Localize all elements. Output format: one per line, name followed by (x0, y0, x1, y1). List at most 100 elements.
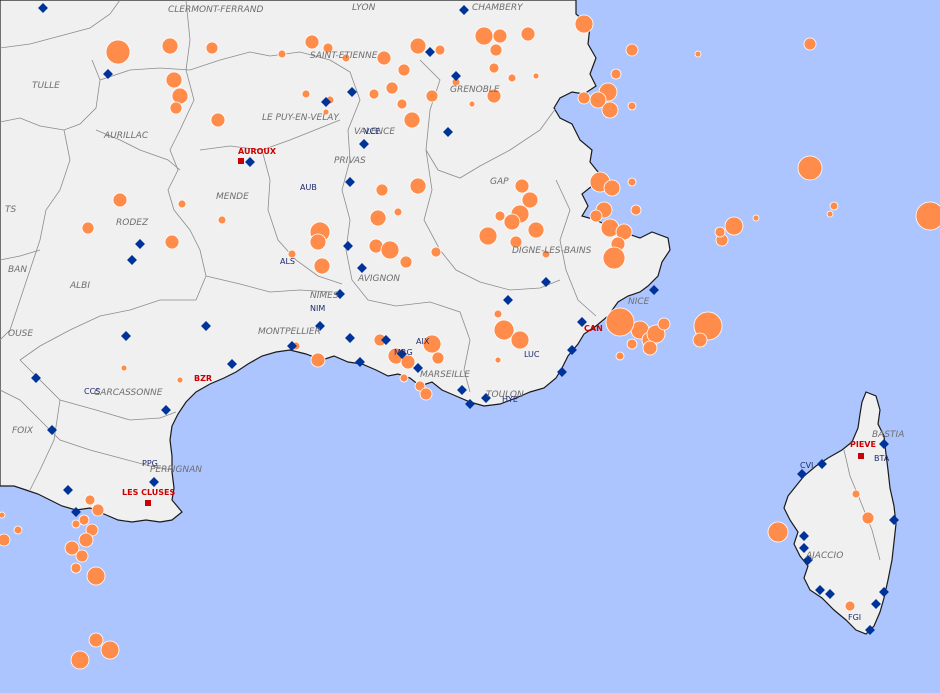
quake-marker (277, 49, 287, 59)
quake-marker (692, 332, 708, 348)
quake-marker (100, 640, 120, 660)
seismicity-map[interactable]: CLERMONT-FERRAND LYON CHAMBERY SAINT-ETIENN… (0, 0, 940, 693)
station-label: LUC (524, 350, 540, 359)
quake-marker (171, 87, 189, 105)
quake-marker (120, 364, 128, 372)
city-label: LYON (352, 3, 376, 13)
quake-marker (627, 101, 637, 111)
quake-marker (603, 179, 621, 197)
quake-marker (493, 319, 515, 341)
quake-marker (589, 209, 603, 223)
quake-marker (861, 511, 875, 525)
quake-marker (434, 44, 446, 56)
city-label: ALBI (69, 281, 90, 291)
quake-marker (844, 600, 856, 612)
quake-marker (478, 226, 498, 246)
quake-marker (494, 356, 502, 364)
quake-marker (86, 566, 106, 586)
quake-marker (397, 63, 411, 77)
city-label: OUSE (8, 329, 33, 339)
city-label: GAP (490, 177, 509, 187)
station-label: BZR (194, 374, 212, 383)
quake-marker (642, 340, 658, 356)
quake-marker (161, 37, 179, 55)
quake-marker (91, 503, 105, 517)
quake-marker (210, 112, 226, 128)
quake-marker (78, 514, 90, 526)
quake-marker (430, 246, 442, 258)
quake-marker (0, 511, 6, 519)
quake-marker (309, 233, 327, 251)
quake-marker (368, 88, 380, 100)
quake-marker (112, 192, 128, 208)
quake-marker (88, 632, 104, 648)
quake-marker (385, 81, 399, 95)
city-label: MARSEILLE (420, 370, 470, 380)
quake-marker (70, 562, 82, 574)
quake-marker (803, 37, 817, 51)
quake-marker (375, 183, 389, 197)
city-label: MONTPELLIER (258, 327, 321, 337)
quake-marker (826, 210, 834, 218)
quake-marker (601, 101, 619, 119)
station-marker-red (145, 500, 151, 506)
quake-marker (75, 549, 89, 563)
quake-marker (304, 34, 320, 50)
station-label: BTA (874, 454, 890, 463)
city-label: FOIX (12, 426, 34, 436)
quake-marker (577, 91, 591, 105)
map-canvas[interactable]: CLERMONT-FERRAND LYON CHAMBERY SAINT-ETIENN… (0, 0, 940, 693)
city-label: MENDE (216, 192, 249, 202)
quake-marker (510, 330, 530, 350)
quake-marker (177, 199, 187, 209)
city-label: BASTIA (872, 430, 904, 440)
quake-marker (630, 204, 642, 216)
station-label: AUROUX (238, 147, 277, 156)
city-label: TS (5, 205, 16, 215)
quake-marker (615, 351, 625, 361)
quake-marker (409, 37, 427, 55)
city-label: DIGNE-LES-BAINS (512, 246, 592, 256)
quake-marker (532, 72, 540, 80)
quake-marker (310, 352, 326, 368)
quake-marker (369, 209, 387, 227)
city-label: AJACCIO (805, 551, 843, 561)
quake-marker (520, 26, 536, 42)
quake-marker (70, 650, 90, 670)
station-label: ALS (280, 257, 295, 266)
city-label: CARCASSONNE (94, 388, 163, 398)
quake-marker (393, 207, 403, 217)
quake-marker (81, 221, 95, 235)
city-label: CHAMBERY (472, 3, 524, 13)
quake-marker (431, 351, 445, 365)
quake-marker (164, 234, 180, 250)
station-label: LES CLUSES (122, 488, 176, 497)
station-label: PPG (142, 459, 158, 468)
quake-marker (521, 191, 539, 209)
quake-marker (313, 257, 331, 275)
quake-marker (409, 177, 427, 195)
quake-marker (399, 255, 413, 269)
quake-marker (625, 43, 639, 57)
city-label: AVIGNON (357, 274, 400, 284)
city-label: NIMES (310, 291, 339, 301)
station-label: CAN (584, 324, 603, 333)
quake-marker (714, 226, 726, 238)
quake-marker (915, 201, 940, 231)
quake-marker (71, 519, 81, 529)
quake-marker (78, 532, 94, 548)
quake-marker (574, 14, 594, 34)
quake-marker (419, 387, 433, 401)
quake-marker (488, 62, 500, 74)
city-label: AURILLAC (103, 131, 149, 141)
quake-marker (605, 307, 635, 337)
station-label: HYE (502, 395, 518, 404)
quake-marker (492, 28, 508, 44)
quake-marker (657, 317, 671, 331)
quake-marker (767, 521, 789, 543)
city-label: SAINT-ETIENNE (310, 51, 378, 61)
station-label: AIX (416, 337, 430, 346)
city-label: RODEZ (116, 218, 149, 228)
quake-marker (84, 494, 96, 506)
quake-marker (507, 73, 517, 83)
